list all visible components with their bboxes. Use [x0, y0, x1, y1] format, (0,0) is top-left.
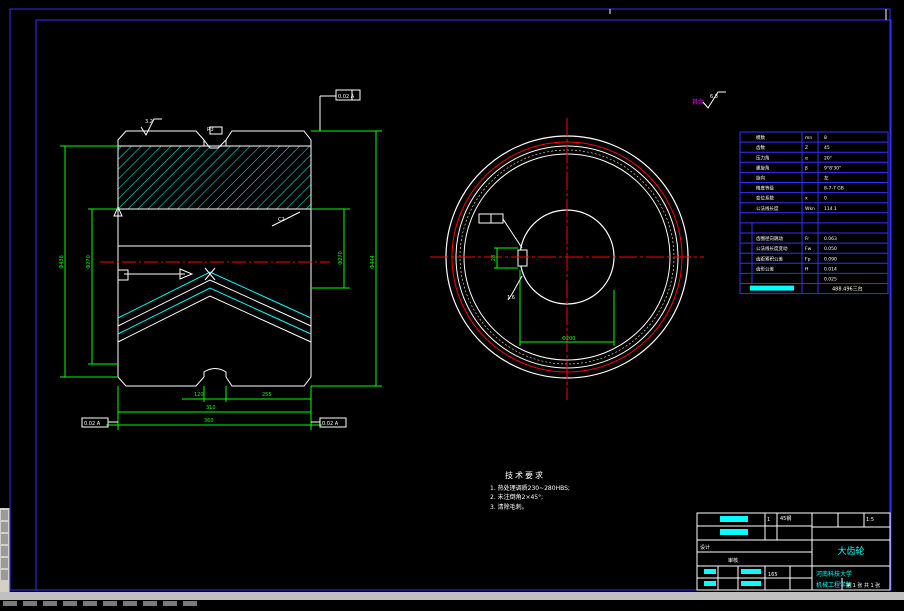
- param-name: 压力角: [756, 154, 770, 161]
- param-name: 齿形公差: [756, 265, 774, 272]
- roughness-label: 其余: [692, 98, 704, 106]
- param-symbol: Fw: [805, 246, 812, 252]
- quantity: 1: [767, 517, 770, 523]
- param-value: 45: [824, 145, 830, 151]
- cad-drawing: 3.2 R3 0.02 A Φ436 Φ270 Φ270 Φ444 C2 120…: [0, 0, 904, 592]
- tech-note-item: 2. 未注倒角2×45°;: [490, 493, 543, 501]
- redacted-field: [750, 285, 794, 291]
- redacted-field: [720, 516, 748, 522]
- param-value: 9°8'30": [824, 165, 841, 171]
- gear-section-hatch: [118, 146, 311, 209]
- param-footer: 488.496三台: [832, 286, 863, 293]
- chamfer-label: C2: [278, 217, 285, 223]
- param-name: 公法线长度: [756, 205, 779, 212]
- roughness-top-label: 3.2: [145, 119, 153, 125]
- bore-dim: Φ200: [562, 336, 575, 342]
- param-symbol: α: [805, 156, 808, 161]
- tech-note-item: 1. 热处理调质230~280HBS;: [490, 484, 570, 492]
- title-label: 设计: [700, 544, 710, 551]
- param-value: 20°: [824, 155, 832, 161]
- param-value: 0.090: [824, 256, 837, 262]
- dim-right-outer: Φ444: [370, 255, 376, 268]
- param-symbol: Fr: [805, 236, 809, 242]
- param-name: 旋向: [756, 175, 765, 182]
- title-label: 审核: [728, 557, 738, 564]
- param-symbol: mn: [805, 136, 812, 141]
- dim-bore-left: Φ270: [86, 255, 92, 268]
- param-value: 左: [824, 175, 829, 182]
- param-value: 114.1: [824, 206, 837, 212]
- part-name: 大齿轮: [837, 545, 864, 557]
- side-toolbar[interactable]: [0, 508, 10, 592]
- param-name: 齿数: [756, 144, 765, 151]
- param-name: 螺旋角: [756, 164, 770, 171]
- datum-right: 0.02 A: [322, 421, 339, 427]
- tech-notes-title: 技术要求: [505, 470, 545, 480]
- dim-bottom-small: 120: [194, 392, 204, 398]
- param-value: 0: [824, 196, 827, 202]
- datum-left: 0.02 A: [84, 421, 101, 427]
- tech-note-item: 3. 清除毛刺。: [490, 503, 528, 511]
- material: 45钢: [780, 515, 791, 522]
- dim-bore-right: Φ270: [338, 251, 344, 264]
- dim-bottom-half: 255: [262, 392, 272, 398]
- param-name: 公法线长度变动: [756, 245, 788, 252]
- dim-bottom-total: 360: [204, 418, 214, 424]
- param-name: 变位系数: [756, 195, 774, 202]
- tolerance-box-top: 0.02 A: [338, 94, 355, 100]
- weight: 165: [768, 572, 778, 578]
- param-symbol: β: [805, 165, 808, 171]
- redacted-field: [720, 529, 748, 535]
- param-name: 精度等级: [756, 185, 774, 192]
- sheet-count: 第 1 张 共 1 张: [846, 582, 880, 589]
- param-value: 0.025: [824, 277, 837, 283]
- param-symbol: Fp: [805, 256, 811, 262]
- key-dim: 28: [491, 255, 497, 261]
- param-name: 齿圈径向跳动: [756, 235, 783, 242]
- center-mark: 1.6: [507, 295, 515, 301]
- school-name: 河南科技大学: [816, 570, 852, 578]
- param-value: 0.014: [824, 266, 837, 272]
- param-symbol: x: [805, 197, 808, 202]
- dim-bottom-width: 310: [206, 405, 216, 411]
- param-symbol: Z: [805, 145, 808, 151]
- param-value: 8-7-7 GB: [824, 186, 844, 192]
- scale: 1:5: [866, 517, 874, 523]
- param-symbol: Wkn: [805, 206, 815, 212]
- param-value: 0.063: [824, 236, 837, 242]
- status-strip: [0, 592, 904, 606]
- param-value: 0.050: [824, 246, 837, 252]
- param-name: 模数: [756, 134, 765, 141]
- dim-left-outer: Φ436: [59, 255, 65, 268]
- param-value: 8: [824, 135, 827, 141]
- roughness-value: 6.3: [710, 94, 718, 100]
- param-name: 齿距累积公差: [756, 255, 783, 262]
